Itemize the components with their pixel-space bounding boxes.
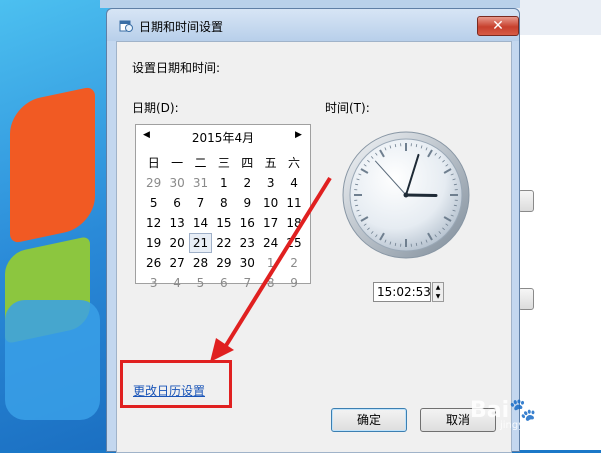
- annotation-arrow: [0, 0, 601, 450]
- watermark-url: jingyan.baidu.com: [500, 420, 592, 431]
- annotation-highlight-box: [120, 360, 232, 408]
